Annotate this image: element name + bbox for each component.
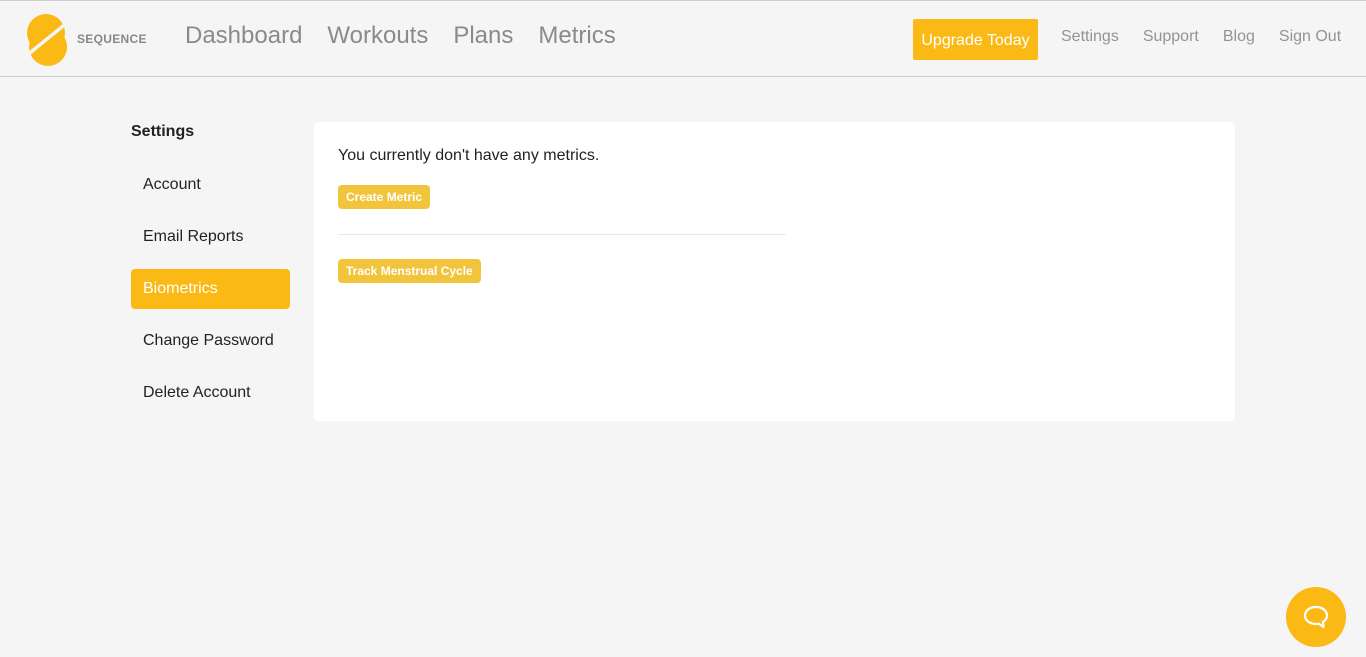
nav-sign-out[interactable]: Sign Out xyxy=(1279,27,1341,47)
settings-sidebar: Settings Account Email Reports Biometric… xyxy=(131,122,290,425)
main-nav: Dashboard Workouts Plans Metrics xyxy=(185,21,616,51)
sidebar-item-email-reports[interactable]: Email Reports xyxy=(131,217,290,257)
sidebar-item-account[interactable]: Account xyxy=(131,165,290,205)
chat-icon xyxy=(1303,605,1329,629)
nav-workouts[interactable]: Workouts xyxy=(327,21,428,51)
sidebar-item-change-password[interactable]: Change Password xyxy=(131,321,290,361)
create-metric-button[interactable]: Create Metric xyxy=(338,185,431,209)
upgrade-button[interactable]: Upgrade Today xyxy=(913,19,1038,60)
track-menstrual-cycle-button[interactable]: Track Menstrual Cycle xyxy=(338,259,481,283)
nav-support[interactable]: Support xyxy=(1143,27,1199,47)
empty-metrics-message: You currently don't have any metrics. xyxy=(338,147,600,164)
nav-settings[interactable]: Settings xyxy=(1061,27,1119,47)
brand-name: SEQUENCE xyxy=(77,32,147,46)
nav-plans[interactable]: Plans xyxy=(453,21,513,51)
account-nav: Settings Support Blog Sign Out xyxy=(1061,27,1341,47)
nav-metrics[interactable]: Metrics xyxy=(538,21,615,51)
nav-blog[interactable]: Blog xyxy=(1223,27,1255,47)
chat-launcher-button[interactable] xyxy=(1286,587,1346,647)
top-navigation-bar: SEQUENCE Dashboard Workouts Plans Metric… xyxy=(0,0,1366,77)
sidebar-title: Settings xyxy=(131,123,195,140)
divider xyxy=(338,234,786,235)
sidebar-item-biometrics[interactable]: Biometrics xyxy=(131,269,290,309)
sidebar-item-delete-account[interactable]: Delete Account xyxy=(131,373,290,413)
nav-dashboard[interactable]: Dashboard xyxy=(185,21,302,51)
biometrics-panel: You currently don't have any metrics. Cr… xyxy=(314,122,1235,421)
sequence-logo-icon[interactable] xyxy=(24,10,70,70)
